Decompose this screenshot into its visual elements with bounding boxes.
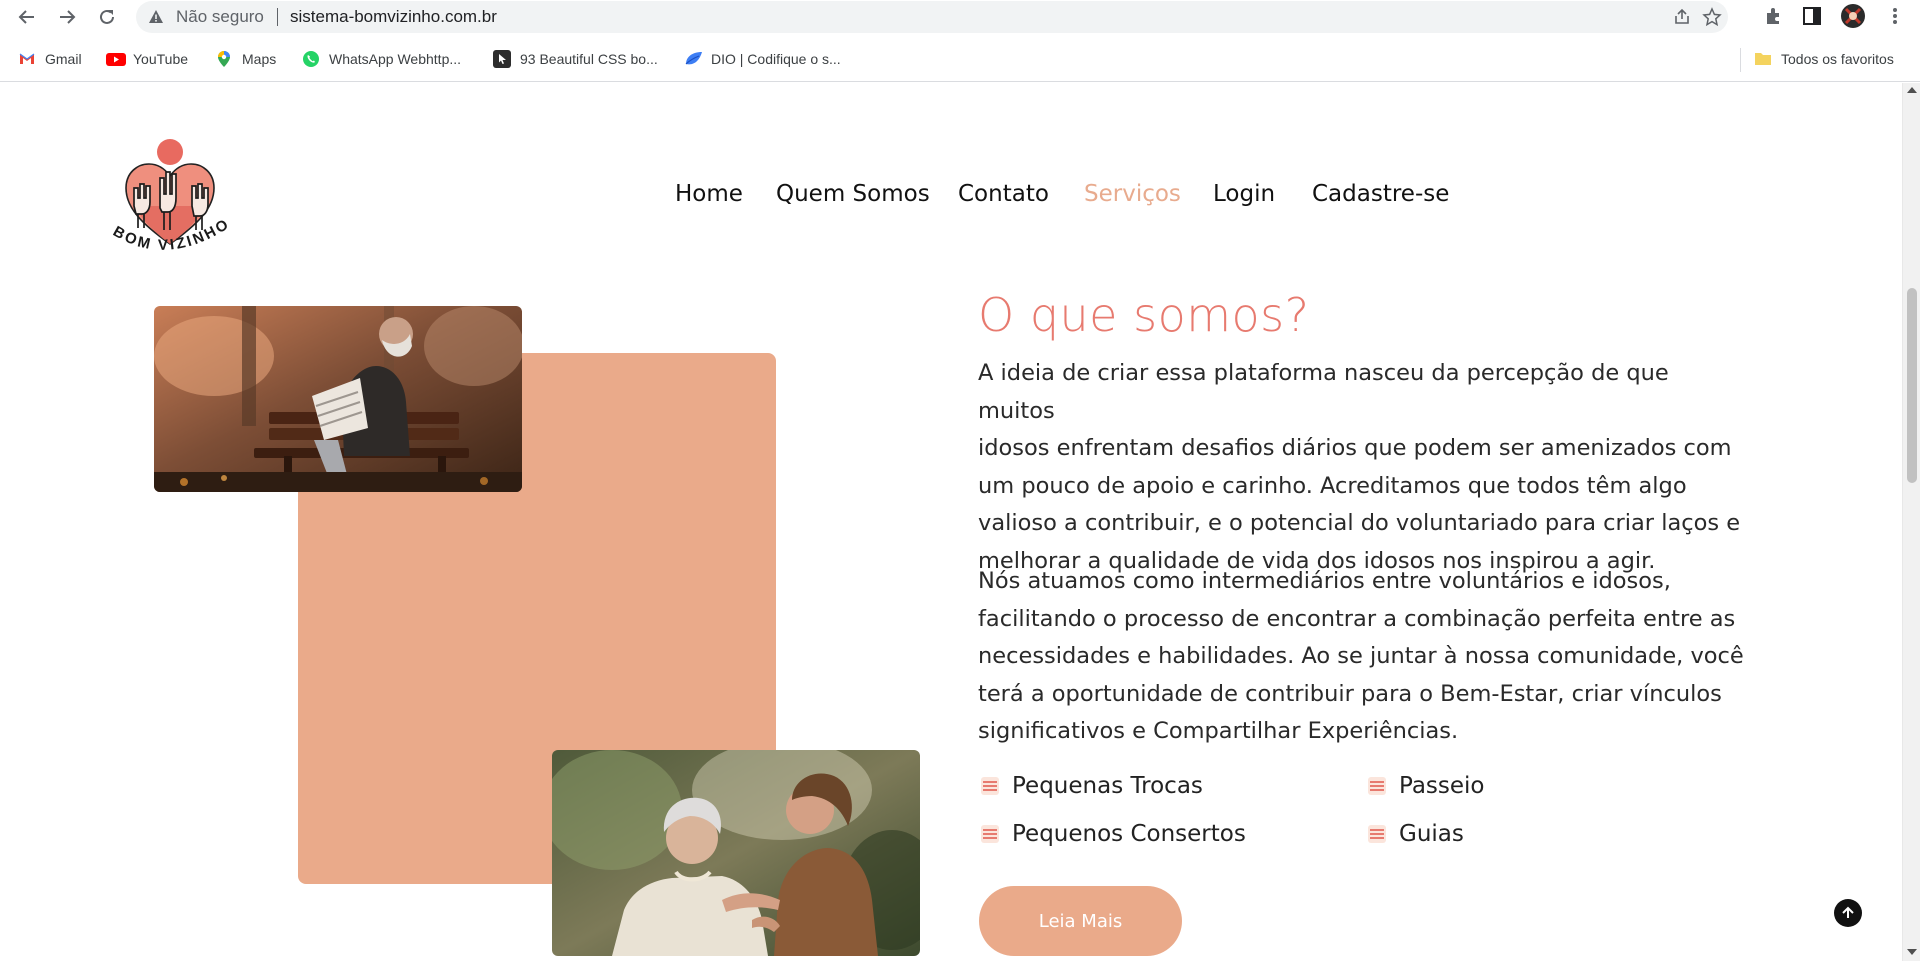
bookmark-maps[interactable]: Maps — [215, 47, 276, 71]
paragraph-line: idosos enfrentam desafios diários que po… — [978, 435, 1732, 462]
paragraph-line: valioso a contribuir, e o potencial do v… — [978, 510, 1741, 537]
omnibox[interactable]: Não seguro sistema-bomvizinho.com.br — [136, 1, 1728, 33]
reload-icon[interactable] — [94, 4, 120, 30]
bookmarks-bar: Gmail YouTube Maps WhatsApp Webhttp... 9… — [0, 44, 1920, 74]
paragraph-line: A ideia de criar essa plataforma nasceu … — [978, 360, 1669, 424]
bookmark-label: WhatsApp Webhttp... — [329, 51, 462, 67]
nav-servicos[interactable]: Serviços — [1084, 181, 1181, 207]
whatsapp-icon — [302, 50, 320, 68]
feature-passeio: Passeio — [1367, 773, 1485, 799]
maps-icon — [215, 50, 233, 68]
list-icon — [1367, 776, 1387, 796]
photo-elderly-man-reading — [154, 306, 522, 492]
side-panel-icon[interactable] — [1801, 5, 1823, 27]
scrollbar-thumb[interactable] — [1907, 288, 1917, 483]
feature-label: Pequenas Trocas — [1012, 773, 1203, 799]
youtube-icon — [106, 50, 126, 68]
about-paragraph-2: Nós atuamos como intermediários entre vo… — [978, 563, 1748, 751]
bookmark-label: Gmail — [45, 51, 82, 67]
main-nav: Home Quem Somos Contato Serviços Login C… — [0, 181, 1902, 221]
share-icon[interactable] — [1672, 7, 1692, 27]
all-bookmarks-button[interactable]: Todos os favoritos — [1754, 47, 1894, 71]
paragraph-line: um pouco de apoio e carinho. Acreditamos… — [978, 472, 1687, 499]
bookmarks-divider — [1740, 48, 1741, 72]
not-secure-label[interactable]: Não seguro — [176, 7, 264, 27]
feature-label: Guias — [1399, 821, 1464, 847]
address-bar-row: Não seguro sistema-bomvizinho.com.br — [0, 0, 1920, 34]
dio-icon — [684, 50, 702, 68]
all-bookmarks-label: Todos os favoritos — [1781, 51, 1894, 67]
about-heading: O que somos? — [978, 288, 1310, 342]
bookmark-youtube[interactable]: YouTube — [106, 47, 188, 71]
scroll-up-arrow-icon[interactable] — [1907, 87, 1917, 93]
nav-home[interactable]: Home — [675, 181, 743, 207]
browser-chrome: Não seguro sistema-bomvizinho.com.br Gma… — [0, 0, 1920, 82]
bookmark-css-buttons[interactable]: 93 Beautiful CSS bo... — [493, 47, 658, 71]
arrow-up-icon — [1842, 906, 1854, 918]
omnibox-divider — [277, 8, 278, 26]
feature-label: Pequenos Consertos — [1012, 821, 1246, 847]
feature-pequenas-trocas: Pequenas Trocas — [980, 773, 1203, 799]
bookmark-label: DIO | Codifique o s... — [711, 51, 841, 67]
star-icon[interactable] — [1702, 7, 1722, 27]
paragraph-line: Nós atuamos como intermediários entre vo… — [978, 568, 1671, 594]
feature-pequenos-consertos: Pequenos Consertos — [980, 821, 1246, 847]
about-paragraph-1: A ideia de criar essa plataforma nasceu … — [978, 355, 1748, 581]
page-scrollbar[interactable] — [1902, 83, 1920, 961]
bookmark-whatsapp[interactable]: WhatsApp Webhttp... — [302, 47, 461, 71]
folder-icon — [1754, 50, 1772, 68]
photo-elderly-woman-with-caregiver — [552, 750, 920, 956]
url-text[interactable]: sistema-bomvizinho.com.br — [290, 7, 497, 27]
leia-mais-button[interactable]: Leia Mais — [979, 886, 1182, 956]
back-to-top-button[interactable] — [1834, 899, 1862, 927]
bookmark-label: YouTube — [133, 51, 189, 67]
scroll-down-arrow-icon[interactable] — [1907, 949, 1917, 955]
back-icon[interactable] — [14, 4, 40, 30]
extensions-icon[interactable] — [1762, 5, 1784, 27]
feature-label: Passeio — [1399, 773, 1485, 799]
feature-guias: Guias — [1367, 821, 1464, 847]
paragraph-line: significativos e Compartilhar Experiênci… — [978, 718, 1459, 745]
nav-contato[interactable]: Contato — [958, 181, 1049, 207]
gmail-icon — [18, 50, 36, 68]
bookmark-gmail[interactable]: Gmail — [18, 47, 82, 71]
nav-quem-somos[interactable]: Quem Somos — [776, 181, 930, 207]
bookmark-dio[interactable]: DIO | Codifique o s... — [684, 47, 841, 71]
nav-cadastre-se[interactable]: Cadastre-se — [1312, 181, 1449, 207]
menu-icon[interactable] — [1884, 5, 1906, 27]
warning-icon[interactable] — [148, 9, 164, 25]
profile-icon[interactable] — [1840, 3, 1866, 29]
page-viewport: BOM VIZINHO Home Quem Somos Contato Serv… — [0, 83, 1902, 961]
bookmark-label: 93 Beautiful CSS bo... — [520, 51, 658, 67]
list-icon — [980, 824, 1000, 844]
paragraph-line: facilitando o processo de encontrar a co… — [978, 605, 1736, 632]
paragraph-line: terá a oportunidade de contribuir para o… — [978, 680, 1722, 707]
cursor-icon — [493, 50, 511, 68]
list-icon — [980, 776, 1000, 796]
paragraph-line: necessidades e habilidades. Ao se juntar… — [978, 643, 1744, 670]
forward-icon[interactable] — [54, 4, 80, 30]
nav-login[interactable]: Login — [1213, 181, 1275, 207]
list-icon — [1367, 824, 1387, 844]
bookmark-label: Maps — [242, 51, 277, 67]
